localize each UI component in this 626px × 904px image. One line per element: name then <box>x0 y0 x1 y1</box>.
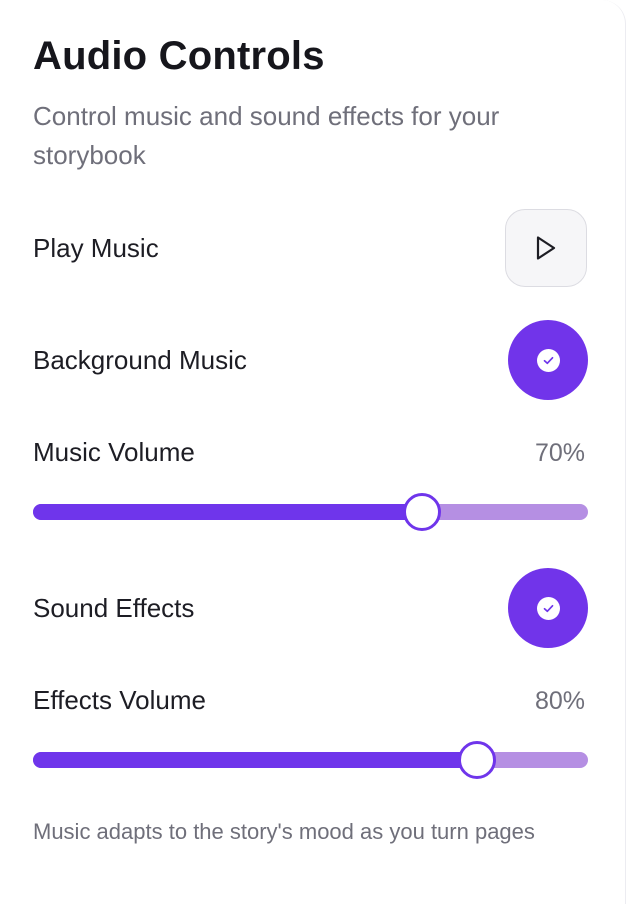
music-volume-slider[interactable] <box>33 493 588 531</box>
sound-effects-toggle[interactable] <box>508 568 588 648</box>
effects-volume-fill <box>33 752 477 768</box>
effects-volume-slider[interactable] <box>33 741 588 779</box>
play-music-button[interactable] <box>505 209 587 287</box>
check-icon <box>543 604 553 612</box>
effects-volume-value: 80% <box>534 687 585 715</box>
background-music-toggle[interactable] <box>508 320 588 400</box>
play-music-label: Play Music <box>33 233 159 263</box>
audio-controls-panel: Audio Controls Control music and sound e… <box>0 0 626 904</box>
background-music-label: Background Music <box>33 345 247 375</box>
music-volume-fill <box>33 504 422 520</box>
check-icon <box>543 356 553 364</box>
music-volume-value: 70% <box>534 439 585 467</box>
page-title: Audio Controls <box>33 34 325 78</box>
page-subtitle: Control music and sound effects for your… <box>33 101 500 170</box>
toggle-knob <box>536 348 560 372</box>
toggle-knob <box>536 596 560 620</box>
effects-volume-thumb[interactable] <box>458 741 496 779</box>
music-volume-thumb[interactable] <box>402 493 441 531</box>
music-volume-label: Music Volume <box>33 437 195 467</box>
play-icon <box>536 236 556 260</box>
footer-note: Music adapts to the story's mood as you … <box>33 819 535 844</box>
sound-effects-label: Sound Effects <box>33 593 195 623</box>
effects-volume-label: Effects Volume <box>33 685 206 715</box>
